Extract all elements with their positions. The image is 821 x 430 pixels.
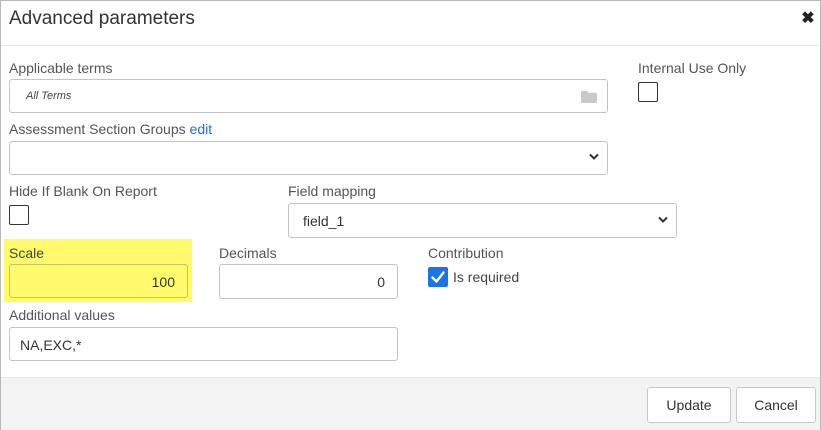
dialog-footer: Update Cancel <box>1 377 820 430</box>
applicable-terms-label: Applicable terms <box>9 60 113 76</box>
is-required-label: Is required <box>453 269 520 285</box>
dialog-header: Advanced parameters ✖ <box>1 1 820 46</box>
decimals-label: Decimals <box>219 245 277 261</box>
additional-values-label: Additional values <box>9 307 115 323</box>
edit-link[interactable]: edit <box>190 121 213 137</box>
dialog-body: Applicable terms All Terms Internal Use … <box>1 46 820 377</box>
assessment-section-groups-select[interactable] <box>9 141 608 175</box>
scale-input[interactable]: 100 <box>9 264 188 298</box>
assessment-section-groups-label: Assessment Section Groups edit <box>9 121 212 137</box>
decimals-input[interactable]: 0 <box>219 264 398 299</box>
internal-use-only-checkbox[interactable] <box>638 82 658 102</box>
additional-values-value: NA,EXC,* <box>20 337 82 353</box>
close-icon[interactable]: ✖ <box>799 10 817 28</box>
hide-if-blank-label: Hide If Blank On Report <box>9 183 157 199</box>
decimals-value: 0 <box>377 274 385 290</box>
checkmark-icon <box>431 271 445 283</box>
field-mapping-label: Field mapping <box>288 183 376 199</box>
cancel-button[interactable]: Cancel <box>736 387 816 423</box>
chevron-down-icon <box>658 216 668 223</box>
hide-if-blank-checkbox[interactable] <box>9 205 29 225</box>
contribution-label: Contribution <box>428 245 504 261</box>
assessment-section-groups-label-text: Assessment Section Groups <box>9 121 186 137</box>
advanced-parameters-dialog: Advanced parameters ✖ Applicable terms A… <box>0 0 821 430</box>
internal-use-only-label: Internal Use Only <box>638 60 747 76</box>
additional-values-input[interactable]: NA,EXC,* <box>9 327 398 361</box>
dialog-title: Advanced parameters <box>9 8 195 29</box>
field-mapping-select[interactable]: field_1 <box>288 203 677 238</box>
applicable-terms-field[interactable]: All Terms <box>9 79 608 113</box>
is-required-checkbox[interactable] <box>428 267 448 287</box>
update-button[interactable]: Update <box>647 387 731 423</box>
folder-icon[interactable] <box>581 91 597 103</box>
field-mapping-value: field_1 <box>303 213 345 229</box>
scale-value: 100 <box>151 274 175 290</box>
scale-label: Scale <box>9 245 45 261</box>
applicable-terms-value: All Terms <box>26 90 72 102</box>
chevron-down-icon <box>589 153 599 160</box>
